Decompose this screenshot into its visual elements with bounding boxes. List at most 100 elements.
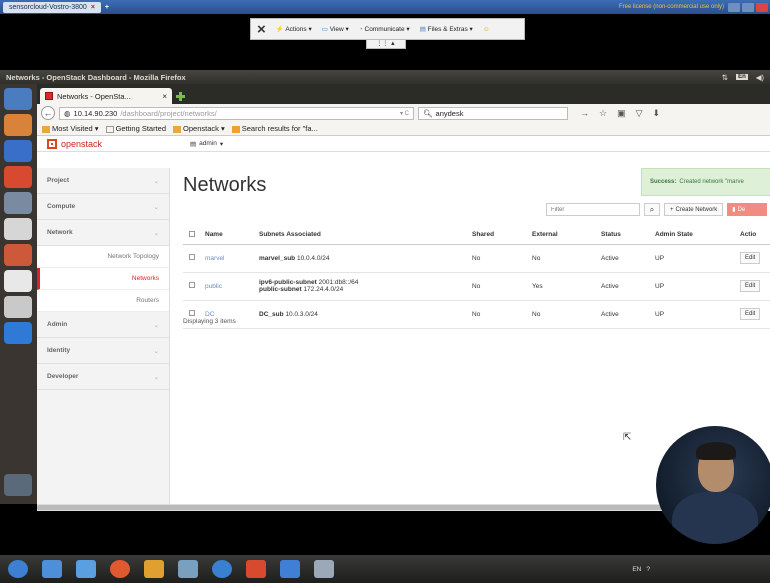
vlc-icon[interactable] bbox=[144, 560, 164, 578]
pocket-icon[interactable]: ▽ bbox=[636, 108, 643, 119]
back-button[interactable]: ← bbox=[41, 106, 55, 120]
start-button-icon[interactable] bbox=[8, 560, 28, 578]
language-indicator[interactable]: EN bbox=[632, 566, 641, 573]
edit-network-button[interactable]: Edit bbox=[740, 280, 761, 292]
search-bar[interactable]: 🔍︎ anydesk bbox=[418, 106, 568, 120]
keyboard-layout-indicator[interactable]: En bbox=[736, 74, 748, 80]
network-name-link[interactable]: public bbox=[205, 283, 222, 290]
bookmark-getting-started[interactable]: Getting Started bbox=[105, 124, 166, 133]
launcher-app-icon[interactable] bbox=[4, 244, 32, 266]
sidebar-item-developer[interactable]: Developer ⌄ bbox=[37, 364, 169, 390]
openstack-logo[interactable]: openstack bbox=[47, 138, 190, 149]
bookmark-search-results[interactable]: Search results for "fa... bbox=[231, 124, 318, 133]
network-icon[interactable]: ⇅ bbox=[722, 73, 728, 82]
sidebar-item-compute[interactable]: Compute ⌄ bbox=[37, 194, 169, 220]
status-cell: Active bbox=[601, 244, 655, 273]
smiley-icon[interactable]: ☺ bbox=[483, 26, 490, 33]
bookmark-openstack[interactable]: Openstack ▾ bbox=[173, 124, 225, 133]
sidebar-item-network-topology[interactable]: Network Topology bbox=[37, 246, 169, 268]
bookmark-most-visited[interactable]: Most Visited ▾ bbox=[42, 124, 99, 133]
communicate-label: Communicate bbox=[364, 26, 405, 33]
files-app-icon[interactable] bbox=[4, 218, 32, 240]
add-session-icon[interactable]: + bbox=[105, 4, 109, 11]
actions-cell: Edit bbox=[740, 244, 770, 273]
bookmark-star-icon[interactable]: ☆ bbox=[599, 108, 607, 119]
files-menu[interactable]: ▤ Files & Extras ▾ bbox=[420, 25, 473, 33]
internet-explorer-icon[interactable] bbox=[212, 560, 232, 578]
bookmark-label: Most Visited bbox=[52, 124, 93, 133]
column-header[interactable]: Shared bbox=[472, 226, 532, 245]
status-cell: Active bbox=[601, 300, 655, 329]
sidebar-item-admin[interactable]: Admin ⌄ bbox=[37, 312, 169, 338]
firefox-icon[interactable] bbox=[4, 140, 32, 162]
row-checkbox[interactable] bbox=[189, 310, 195, 316]
sidebar-item-routers[interactable]: Routers bbox=[37, 290, 169, 312]
delete-networks-button[interactable]: ▮ De bbox=[727, 203, 768, 216]
column-header[interactable]: Admin State bbox=[655, 226, 740, 245]
select-all-checkbox[interactable] bbox=[189, 230, 195, 237]
document-icon[interactable] bbox=[4, 270, 32, 292]
help-icon[interactable]: ? bbox=[646, 566, 650, 573]
column-header[interactable]: Subnets Associated bbox=[259, 226, 472, 245]
minimize-button[interactable] bbox=[728, 2, 740, 12]
sidebar-item-network[interactable]: Network ⌄ bbox=[37, 220, 169, 246]
bookmarks-toolbar: Most Visited ▾ Getting Started Openstack… bbox=[37, 122, 770, 136]
new-tab-icon[interactable] bbox=[176, 92, 185, 101]
clipboard-icon[interactable]: ▣ bbox=[617, 108, 626, 119]
tab-bar: Networks - OpenSta... × bbox=[37, 84, 770, 104]
anydesk-taskbar-icon[interactable] bbox=[280, 560, 300, 578]
maximize-button[interactable] bbox=[742, 2, 754, 12]
browser-tab[interactable]: Networks - OpenSta... × bbox=[40, 88, 172, 104]
close-icon[interactable]: × bbox=[91, 4, 95, 11]
page-title: Networks bbox=[183, 174, 267, 196]
column-header[interactable]: External bbox=[532, 226, 601, 245]
settings-icon[interactable] bbox=[4, 192, 32, 214]
terminal-icon[interactable] bbox=[4, 296, 32, 318]
taskbar-app-icon[interactable] bbox=[76, 560, 96, 578]
sidebar-item-networks[interactable]: Networks bbox=[37, 268, 169, 290]
sidebar-item-identity[interactable]: Identity ⌄ bbox=[37, 338, 169, 364]
anydesk-icon[interactable] bbox=[4, 322, 32, 344]
close-window-button[interactable] bbox=[756, 2, 768, 12]
search-button[interactable]: ⌕ bbox=[644, 203, 660, 216]
communicate-menu[interactable]: ◔ Communicate ▾ bbox=[359, 25, 410, 33]
table-row: public ipv6-public-subnet 2001:db8::/64 … bbox=[183, 272, 770, 301]
view-label: View bbox=[329, 26, 344, 33]
reload-icon[interactable]: ▾ C bbox=[400, 110, 409, 117]
download-icon[interactable]: ⬇ bbox=[653, 108, 661, 119]
view-menu[interactable]: ▭ View ▾ bbox=[322, 25, 349, 33]
remote-session-tab[interactable]: sensorcloud-Vostro-3800 × bbox=[3, 1, 101, 13]
column-header[interactable]: Status bbox=[601, 226, 655, 245]
url-bar[interactable]: ◍ 10.14.90.230/dashboard/project/network… bbox=[59, 106, 414, 120]
actions-menu[interactable]: ⚡ Actions ▾ bbox=[276, 25, 312, 33]
close-toolbar-icon[interactable]: × bbox=[257, 21, 266, 38]
taskbar-app-icon[interactable] bbox=[178, 560, 198, 578]
actions-cell: Edit bbox=[740, 300, 770, 329]
go-arrow-icon[interactable]: → bbox=[580, 108, 589, 119]
remote-session-tab-label: sensorcloud-Vostro-3800 bbox=[9, 3, 87, 11]
scrollbar-thumb[interactable] bbox=[37, 505, 737, 510]
row-checkbox[interactable] bbox=[189, 254, 195, 260]
create-network-button[interactable]: + Create Network bbox=[664, 203, 724, 216]
edit-network-button[interactable]: Edit bbox=[740, 308, 761, 320]
volume-icon[interactable]: ◀) bbox=[756, 73, 764, 82]
taskbar-app-icon[interactable] bbox=[110, 560, 130, 578]
taskbar-app-icon[interactable] bbox=[314, 560, 334, 578]
column-header[interactable]: Name bbox=[205, 226, 259, 245]
trash-icon[interactable] bbox=[4, 474, 32, 496]
taskbar-app-icon[interactable] bbox=[42, 560, 62, 578]
row-checkbox[interactable] bbox=[189, 282, 195, 288]
network-name-link[interactable]: DC bbox=[205, 311, 214, 318]
edit-network-button[interactable]: Edit bbox=[740, 252, 761, 264]
launcher-app-icon[interactable] bbox=[4, 166, 32, 188]
taskbar-app-icon[interactable] bbox=[246, 560, 266, 578]
network-name-link[interactable]: marvel bbox=[205, 255, 225, 262]
dash-home-icon[interactable] bbox=[4, 88, 32, 110]
system-tray: EN ? bbox=[632, 566, 650, 573]
launcher-app-icon[interactable] bbox=[4, 114, 32, 136]
project-selector[interactable]: ▤ admin ▾ bbox=[190, 140, 223, 148]
sidebar-item-project[interactable]: Project ⌄ bbox=[37, 168, 169, 194]
toolbar-collapse-handle[interactable]: ⋮⋮ ▲ bbox=[366, 40, 406, 49]
close-tab-icon[interactable]: × bbox=[162, 92, 167, 101]
filter-input[interactable] bbox=[546, 203, 640, 216]
